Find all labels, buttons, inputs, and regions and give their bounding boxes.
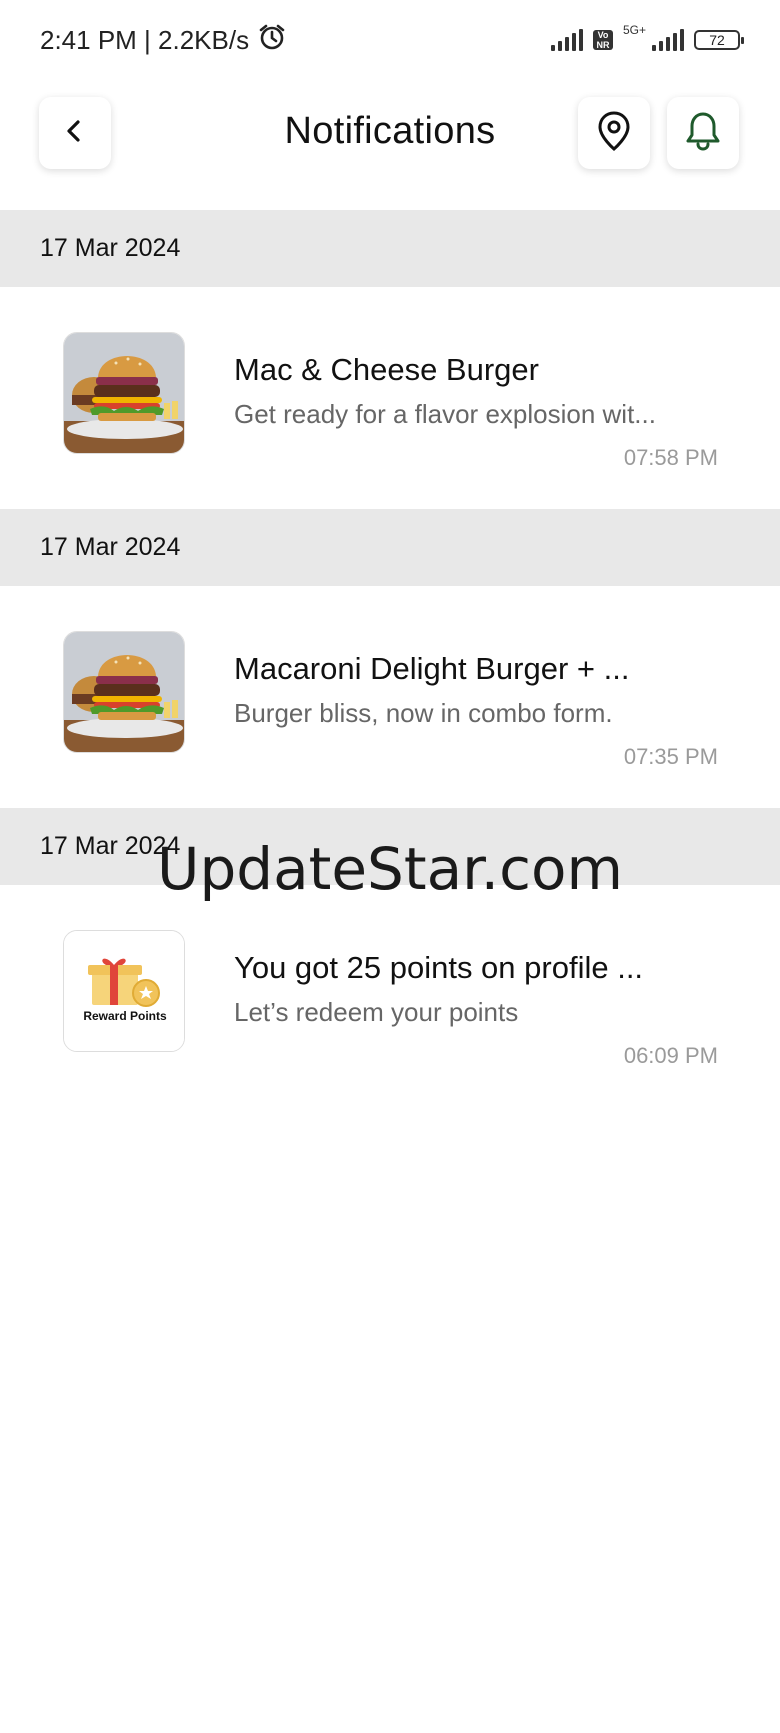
location-button[interactable] bbox=[578, 97, 650, 169]
notification-description: Let’s redeem your points bbox=[234, 997, 519, 1027]
signal-icon-secondary bbox=[652, 29, 684, 51]
date-label: 17 Mar 2024 bbox=[40, 533, 181, 561]
status-bar: 2:41 PM | 2.2KB/s Vo NR 5G+ 72 bbox=[0, 0, 780, 80]
date-header: 17 Mar 2024 bbox=[0, 808, 780, 885]
date-label: 17 Mar 2024 bbox=[40, 234, 181, 262]
burger-image bbox=[63, 332, 185, 454]
notification-section: 17 Mar 2024 Reward Points You got 25 poi… bbox=[0, 808, 780, 1107]
status-right: Vo NR 5G+ 72 bbox=[550, 23, 744, 51]
notification-title: Mac & Cheese Burger bbox=[234, 352, 539, 387]
date-header: 17 Mar 2024 bbox=[0, 210, 780, 287]
location-pin-icon bbox=[595, 110, 633, 157]
burger-image bbox=[63, 631, 185, 753]
volte-icon: Vo NR bbox=[592, 30, 613, 50]
reward-points-image: Reward Points bbox=[63, 930, 185, 1052]
battery-icon: 72 bbox=[694, 30, 744, 50]
notification-list: 17 Mar 2024 Mac & Cheese Burger Get read… bbox=[0, 210, 780, 1107]
date-header: 17 Mar 2024 bbox=[0, 509, 780, 586]
date-label: 17 Mar 2024 bbox=[40, 832, 181, 860]
notification-title: Macaroni Delight Burger + ... bbox=[234, 651, 630, 686]
page-title: Notifications bbox=[284, 110, 496, 152]
notification-time: 07:58 PM bbox=[623, 445, 718, 470]
notification-description: Burger bliss, now in combo form. bbox=[234, 698, 613, 728]
notification-card[interactable]: Macaroni Delight Burger + ... Burger bli… bbox=[0, 586, 780, 808]
alarm-icon bbox=[257, 22, 287, 59]
notification-section: 17 Mar 2024 bbox=[0, 509, 780, 808]
bell-icon bbox=[683, 110, 723, 157]
notification-card[interactable]: Reward Points You got 25 points on profi… bbox=[0, 885, 780, 1107]
status-time-speed: 2:41 PM | 2.2KB/s bbox=[40, 24, 250, 55]
notification-description: Get ready for a flavor explosion wit... bbox=[234, 399, 656, 429]
notification-title: You got 25 points on profile ... bbox=[234, 950, 644, 985]
notification-time: 07:35 PM bbox=[623, 744, 718, 769]
battery-level: 72 bbox=[709, 32, 725, 48]
notifications-button[interactable] bbox=[667, 97, 739, 169]
app-header: Notifications bbox=[0, 92, 780, 178]
status-left: 2:41 PM | 2.2KB/s bbox=[40, 22, 287, 59]
signal-icon bbox=[550, 29, 583, 51]
notification-time: 06:09 PM bbox=[623, 1043, 718, 1068]
reward-points-label: Reward Points bbox=[83, 1009, 167, 1023]
network-badge: 5G+ bbox=[622, 23, 646, 37]
notification-card[interactable]: Mac & Cheese Burger Get ready for a flav… bbox=[0, 287, 780, 509]
notification-section: 17 Mar 2024 bbox=[0, 210, 780, 509]
